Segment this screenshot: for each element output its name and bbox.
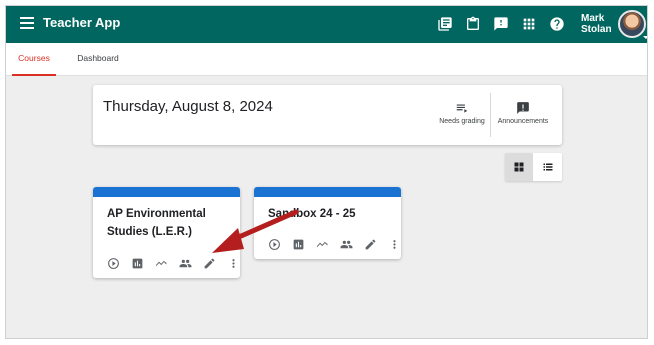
bar-chart-icon[interactable]	[125, 255, 149, 271]
grid-view-icon	[514, 162, 524, 172]
people-icon[interactable]	[334, 236, 358, 252]
course-title[interactable]: Sandbox 24 - 25	[268, 205, 356, 223]
play-icon[interactable]	[101, 255, 125, 271]
view-toggle	[505, 153, 562, 181]
course-color-bar	[254, 187, 401, 197]
announcement-icon	[517, 102, 529, 114]
more-vert-icon[interactable]	[221, 255, 240, 271]
list-view-icon	[543, 163, 553, 171]
date-card: Thursday, August 8, 2024 Needs grading A…	[93, 85, 562, 145]
apps-icon[interactable]	[520, 15, 538, 33]
feedback-icon[interactable]	[492, 15, 510, 33]
needs-grading-button[interactable]: Needs grading	[437, 101, 487, 125]
clipboard-icon[interactable]	[464, 15, 482, 33]
app-bar: Teacher App Mark Stolan	[6, 6, 647, 43]
trend-icon[interactable]	[149, 255, 173, 271]
course-color-bar	[93, 187, 240, 197]
trend-icon[interactable]	[310, 236, 334, 252]
user-name[interactable]: Mark Stolan	[581, 13, 612, 35]
user-first-name: Mark	[581, 13, 605, 24]
pencil-icon[interactable]	[197, 255, 221, 271]
people-icon[interactable]	[173, 255, 197, 271]
course-card[interactable]: AP Environmental Studies (L.E.R.)	[93, 187, 240, 278]
avatar[interactable]	[618, 10, 646, 38]
help-icon[interactable]	[548, 15, 566, 33]
announcements-label: Announcements	[497, 118, 549, 125]
app-window: Teacher App Mark Stolan Courses Dashboar…	[5, 5, 648, 339]
tab-dashboard[interactable]: Dashboard	[74, 43, 122, 76]
list-view-button[interactable]	[534, 153, 562, 181]
user-last-name: Stolan	[581, 24, 612, 35]
tab-bar: Courses Dashboard	[6, 43, 647, 76]
needs-grading-label: Needs grading	[439, 118, 485, 125]
app-title: Teacher App	[43, 15, 121, 30]
pencil-icon[interactable]	[358, 236, 382, 252]
grid-view-button[interactable]	[505, 153, 533, 181]
current-date: Thursday, August 8, 2024	[103, 98, 273, 115]
play-icon[interactable]	[262, 236, 286, 252]
announcements-button[interactable]: Announcements	[493, 101, 553, 125]
divider	[490, 93, 491, 137]
more-vert-icon[interactable]	[382, 236, 401, 252]
bar-chart-icon[interactable]	[286, 236, 310, 252]
course-actions	[262, 236, 401, 252]
account-caret-icon[interactable]	[643, 36, 647, 39]
course-actions	[101, 255, 240, 271]
library-books-icon[interactable]	[436, 15, 454, 33]
course-title[interactable]: AP Environmental Studies (L.E.R.)	[107, 205, 227, 241]
hamburger-menu-icon[interactable]	[20, 17, 34, 29]
course-card[interactable]: Sandbox 24 - 25	[254, 187, 401, 259]
needs-grading-icon	[456, 104, 468, 113]
tab-courses[interactable]: Courses	[12, 43, 56, 76]
